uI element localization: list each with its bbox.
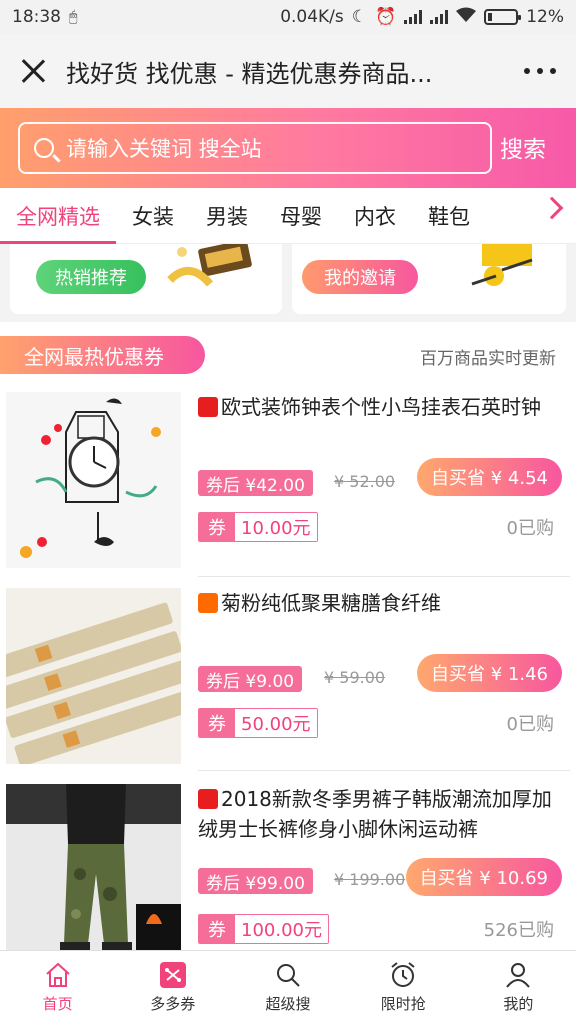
save-button[interactable]: 自买省 ¥ 10.69 <box>405 858 562 896</box>
promo-hot-label: 热销推荐 <box>36 260 146 294</box>
nav-flash-sale-label: 限时抢 <box>380 995 426 1013</box>
nav-coupons-label: 多多券 <box>150 995 196 1013</box>
coupon-value: 50.00元 <box>235 709 317 737</box>
product-title: 2018新款冬季男裤子韩版潮流加厚加绒男士长裤修身小脚休闲运动裤 <box>198 787 552 841</box>
after-coupon-price: 券后 ¥9.00 <box>198 666 303 692</box>
product-item[interactable]: 欧式装饰钟表个性小鸟挂表石英时钟 券后 ¥42.00 ¥ 52.00 自买省 ¥… <box>0 384 576 578</box>
category-tabs: 全网精选 女装 男装 母婴 内衣 鞋包 <box>0 188 576 244</box>
search-button[interactable]: 搜索 <box>500 130 546 164</box>
coupon-icon <box>159 962 186 988</box>
promo-card-invite[interactable]: 我的邀请 <box>292 244 566 314</box>
coupon-label: 券 <box>199 513 235 541</box>
status-time: 18:38 <box>12 7 61 27</box>
divider <box>198 576 570 577</box>
save-button[interactable]: 自买省 ¥ 1.46 <box>417 654 562 692</box>
person-illustration <box>471 244 533 286</box>
original-price: ¥ 52.00 <box>334 472 396 491</box>
nav-super-search-label: 超级搜 <box>265 995 311 1013</box>
taobao-icon <box>198 593 218 613</box>
coupon-tag[interactable]: 券 100.00元 <box>198 914 329 944</box>
title-bar: 找好货 找优惠 - 精选优惠券商品... <box>0 34 576 108</box>
tab-all-selected[interactable]: 全网精选 <box>0 188 116 244</box>
bottom-nav: 首页 多多券 超级搜 限时抢 我的 <box>0 950 576 1024</box>
search-placeholder: 请输入关键词 搜全站 <box>66 137 262 161</box>
product-item[interactable]: 2018新款冬季男裤子韩版潮流加厚加绒男士长裤修身小脚休闲运动裤 券后 ¥99.… <box>0 776 576 970</box>
coupon-label: 券 <box>199 915 235 943</box>
signal-icon-2 <box>430 10 449 24</box>
search-input[interactable]: 请输入关键词 搜全站 <box>18 122 492 174</box>
section-header: 全网最热优惠券 百万商品实时更新 <box>0 322 576 384</box>
promo-invite-label: 我的邀请 <box>302 260 418 294</box>
user-icon <box>506 963 531 988</box>
close-icon[interactable] <box>20 58 46 84</box>
promo-area: 热销推荐 我的邀请 <box>0 244 576 322</box>
tab-shoes-bags[interactable]: 鞋包 <box>412 188 486 244</box>
product-image-pants[interactable] <box>6 784 181 960</box>
page-title: 找好货 找优惠 - 精选优惠券商品... <box>66 59 433 88</box>
nav-coupons[interactable]: 多多券 <box>115 951 230 1024</box>
sold-count: 0已购 <box>506 714 554 735</box>
product-title: 菊粉纯低聚果糖膳食纤维 <box>198 588 566 618</box>
mouse-icon: 🖱 <box>69 9 78 25</box>
nav-profile[interactable]: 我的 <box>461 951 576 1024</box>
nav-home[interactable]: 首页 <box>0 951 115 1024</box>
network-speed: 0.04K/s <box>280 7 344 27</box>
search-icon <box>34 138 54 158</box>
product-item[interactable]: 菊粉纯低聚果糖膳食纤维 券后 ¥9.00 ¥ 59.00 自买省 ¥ 1.46 … <box>0 580 576 774</box>
original-price: ¥ 59.00 <box>324 668 386 687</box>
section-title: 全网最热优惠券 <box>0 336 205 374</box>
sold-count: 526已购 <box>483 920 554 941</box>
product-title: 欧式装饰钟表个性小鸟挂表石英时钟 <box>198 392 566 422</box>
coupon-tag[interactable]: 券 10.00元 <box>198 512 318 542</box>
sold-count: 0已购 <box>506 518 554 539</box>
signal-icon <box>404 10 423 24</box>
nav-flash-sale[interactable]: 限时抢 <box>346 951 461 1024</box>
alarm-clock-icon <box>391 962 415 987</box>
battery-level: 12% <box>526 7 564 27</box>
coupon-value: 10.00元 <box>235 513 317 541</box>
tab-women[interactable]: 女装 <box>116 188 190 244</box>
product-image-inulin[interactable] <box>6 588 181 764</box>
trophy-illustration <box>167 244 252 287</box>
save-button[interactable]: 自买省 ¥ 4.54 <box>417 458 562 496</box>
after-coupon-price: 券后 ¥99.00 <box>198 868 313 894</box>
nav-profile-label: 我的 <box>503 995 534 1013</box>
search-icon <box>277 964 300 987</box>
battery-icon <box>484 9 522 25</box>
coupon-tag[interactable]: 券 50.00元 <box>198 708 318 738</box>
home-icon <box>45 962 70 987</box>
divider <box>198 770 570 771</box>
tab-underwear[interactable]: 内衣 <box>338 188 412 244</box>
after-coupon-price: 券后 ¥42.00 <box>198 470 313 496</box>
section-subtitle: 百万商品实时更新 <box>420 349 556 369</box>
tab-men[interactable]: 男装 <box>190 188 264 244</box>
original-price: ¥ 199.00 <box>334 870 406 889</box>
nav-home-label: 首页 <box>42 995 73 1013</box>
tab-baby[interactable]: 母婴 <box>264 188 338 244</box>
nav-super-search[interactable]: 超级搜 <box>230 951 345 1024</box>
search-bar: 请输入关键词 搜全站 搜索 <box>0 108 576 188</box>
coupon-label: 券 <box>199 709 235 737</box>
product-image-clock[interactable] <box>6 392 181 568</box>
tmall-icon <box>198 397 218 417</box>
status-bar: 18:38 🖱 0.04K/s ☾ ⏰ 12% <box>0 0 576 34</box>
promo-card-hot[interactable]: 热销推荐 <box>10 244 282 314</box>
moon-icon: ☾ <box>351 7 368 27</box>
tmall-icon <box>198 789 218 809</box>
more-menu-icon[interactable] <box>524 68 556 74</box>
alarm-icon: ⏰ <box>375 7 397 27</box>
wifi-icon <box>456 7 477 28</box>
coupon-value: 100.00元 <box>235 915 328 943</box>
